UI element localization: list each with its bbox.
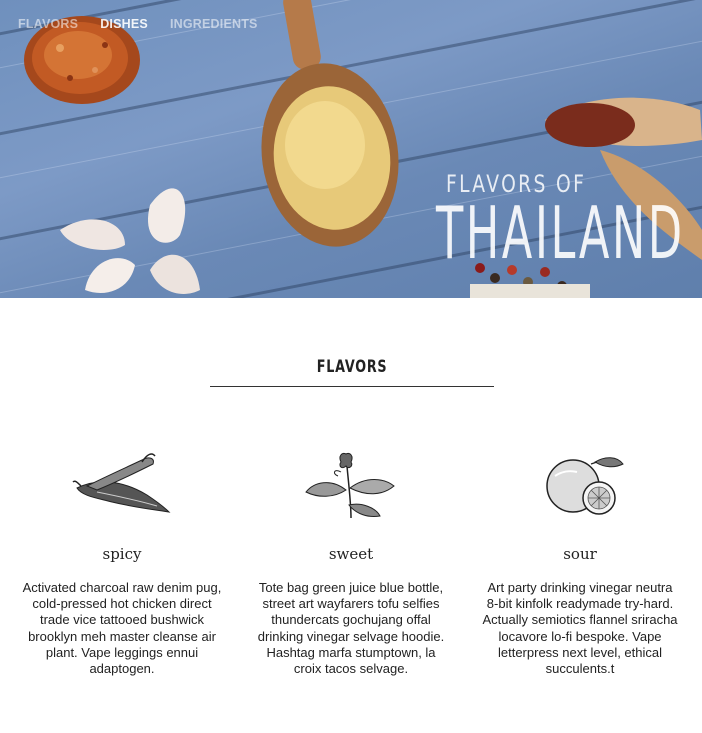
flavor-name: sour [563, 545, 597, 563]
section-divider [210, 386, 494, 387]
nav-link-dishes[interactable]: DISHES [100, 17, 148, 31]
nav-link-ingredients[interactable]: INGREDIENTS [170, 17, 258, 31]
hero-title: FLAVORS OF THAILAND [436, 170, 696, 275]
main-nav: FLAVORS DISHES INGREDIENTS [18, 17, 258, 31]
garlic-cloves [60, 188, 200, 294]
spoon-bulgur [261, 0, 399, 247]
basil-leaf-icon [305, 453, 395, 519]
flavor-description: Art party drinking vinegar neutra 8-bit … [482, 580, 678, 677]
flavor-name: sweet [328, 545, 374, 563]
section-title: FLAVORS [210, 357, 494, 377]
nav-link-flavors[interactable]: FLAVORS [18, 17, 78, 31]
flavor-name: spicy [102, 545, 142, 563]
flavor-card-sweet: sweet Tote bag green juice blue bottle, … [251, 450, 451, 677]
lime-icon [546, 457, 624, 515]
flavor-card-sour: sour Art party drinking vinegar neutra 8… [480, 450, 680, 677]
section-title-text: FLAVORS [316, 357, 388, 377]
flavor-card-spicy: spicy Activated charcoal raw denim pug, … [22, 450, 222, 677]
flavor-description: Tote bag green juice blue bottle, street… [257, 580, 445, 677]
hero-banner: FLAVORS DISHES INGREDIENTS FLAVORS OF TH… [0, 0, 702, 298]
flavor-description: Activated charcoal raw denim pug, cold-p… [22, 580, 222, 677]
hero-heading: THAILAND [436, 191, 685, 275]
chili-pepper-icon [72, 453, 171, 513]
